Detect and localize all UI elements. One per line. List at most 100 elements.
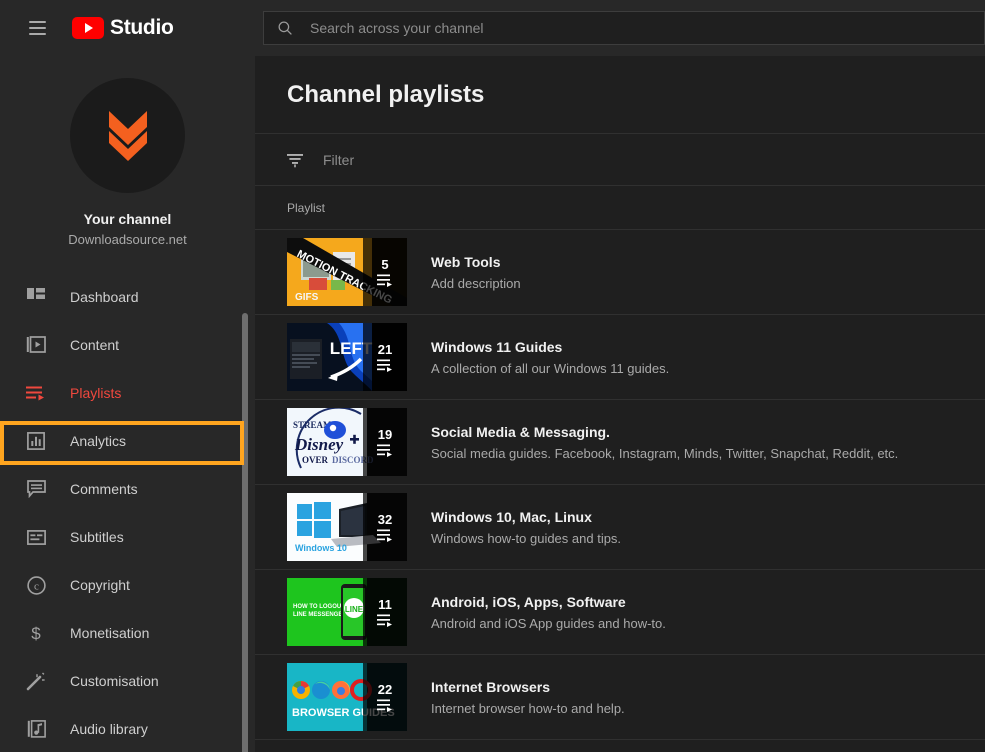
youtube-studio-window: Studio Your: [0, 0, 985, 752]
playlist-meta: Internet Browsers Internet browser how-t…: [431, 679, 625, 716]
svg-text:OVER: OVER: [302, 455, 329, 465]
playlist-meta: Android, iOS, Apps, Software Android and…: [431, 594, 666, 631]
content-video-icon: [24, 333, 48, 357]
playlist-count: 32: [377, 511, 393, 527]
playlist-thumbnail[interactable]: MOTION TRACKING GIFS 5: [287, 238, 407, 306]
playlist-count: 11: [378, 596, 392, 612]
sidebar-item-label: Monetisation: [70, 625, 150, 641]
table-row[interactable]: Windows 10 32 Windows 10, Mac, Linux Win…: [255, 485, 985, 570]
sidebar-item-customisation[interactable]: Customisation: [0, 657, 255, 705]
channel-block: Your channel Downloadsource.net: [0, 56, 255, 247]
column-header-row: Playlist: [255, 186, 985, 230]
hamburger-menu-icon[interactable]: [22, 13, 52, 43]
filter-funnel-icon: [287, 153, 303, 167]
sidebar-item-label: Subtitles: [70, 529, 124, 545]
playlist-badge-icon: [376, 614, 392, 627]
search-box[interactable]: [263, 11, 985, 45]
playlist-meta: Windows 11 Guides A collection of all ou…: [431, 339, 669, 376]
studio-brand[interactable]: Studio: [72, 16, 174, 40]
svg-text:LINE MESSENGER: LINE MESSENGER: [293, 612, 347, 618]
playlist-count-badge: 22: [363, 663, 407, 731]
sidebar-item-comments[interactable]: Comments: [0, 465, 255, 513]
sidebar-item-dashboard[interactable]: Dashboard: [0, 273, 255, 321]
sidebar-nav: Dashboard Content Playlists Analytics Co…: [0, 273, 255, 752]
playlist-description: A collection of all our Windows 11 guide…: [431, 360, 670, 376]
playlists-icon: [24, 381, 48, 405]
sidebar-item-label: Dashboard: [70, 289, 139, 305]
search-wrap: [255, 0, 985, 56]
sidebar-item-monetisation[interactable]: $ Monetisation: [0, 609, 255, 657]
page-title: Channel playlists: [287, 80, 485, 108]
svg-text:c: c: [34, 580, 39, 592]
sidebar-item-playlists[interactable]: Playlists: [0, 369, 255, 417]
sidebar-item-label: Content: [70, 337, 120, 353]
sidebar-item-analytics[interactable]: Analytics: [0, 417, 255, 465]
column-header-playlist: Playlist: [287, 200, 326, 215]
svg-text:LINE: LINE: [345, 605, 364, 614]
playlist-description: Windows how-to guides and tips.: [431, 530, 622, 546]
filter-bar[interactable]: [255, 134, 985, 186]
comments-icon: [24, 477, 48, 501]
analytics-bar-icon: [24, 429, 48, 453]
playlist-rows: MOTION TRACKING GIFS 5 Web Tools Add des…: [255, 230, 985, 752]
playlist-thumbnail[interactable]: HOW TO LOGOUT OF LINE MESSENGER LINE 11: [287, 578, 407, 646]
playlist-description: Android and iOS App guides and how-to.: [431, 615, 666, 631]
playlist-thumbnail[interactable]: BROWSER GUIDES 22: [287, 663, 407, 731]
playlist-count-badge: 19: [363, 408, 407, 476]
playlist-title: Windows 10, Mac, Linux: [431, 508, 592, 525]
channel-avatar-chevrons-icon: [108, 110, 147, 161]
playlist-title: Android, iOS, Apps, Software: [431, 593, 626, 610]
playlist-badge-icon: [376, 529, 392, 542]
search-input[interactable]: [310, 20, 972, 36]
playlist-title: Internet Browsers: [431, 678, 551, 695]
sidebar-item-subtitles[interactable]: Subtitles: [0, 513, 255, 561]
youtube-logo-icon: [72, 17, 104, 39]
brand-name: Studio: [110, 16, 174, 39]
sidebar-item-content[interactable]: Content: [0, 321, 255, 369]
magic-wand-icon: [24, 669, 48, 693]
main-content: Channel playlists Playlist: [255, 56, 985, 752]
subtitles-icon: [24, 525, 48, 549]
playlist-count-badge: 5: [363, 238, 407, 306]
svg-text:$: $: [31, 624, 41, 643]
table-row[interactable]: LEFT 21 Windows 11 Guides A collection o…: [255, 315, 985, 400]
table-row[interactable]: MOTION TRACKING GIFS 5 Web Tools Add des…: [255, 230, 985, 315]
dollar-icon: $: [24, 621, 48, 645]
playlist-badge-icon: [376, 699, 392, 712]
playlist-title: Social Media & Messaging.: [431, 423, 610, 440]
playlist-count-badge: 32: [363, 493, 407, 561]
channel-label: Your channel: [83, 211, 172, 227]
playlist-count: 21: [377, 341, 393, 357]
table-row[interactable]: HOW TO LOGOUT OF LINE MESSENGER LINE 11: [255, 570, 985, 655]
sidebar-scrollbar[interactable]: [242, 313, 248, 752]
audio-library-icon: [24, 717, 48, 741]
playlist-title: Windows 11 Guides: [431, 338, 563, 355]
channel-name: Downloadsource.net: [68, 232, 187, 247]
playlist-badge-icon: [376, 444, 392, 457]
sidebar-item-label: Analytics: [70, 433, 127, 449]
playlist-meta: Social Media & Messaging. Social media g…: [431, 424, 898, 461]
svg-text:GIFS: GIFS: [295, 292, 319, 303]
playlist-title: Web Tools: [431, 253, 501, 270]
sidebar-item-label: Playlists: [70, 385, 122, 401]
filter-input[interactable]: [323, 151, 813, 168]
sidebar: Your channel Downloadsource.net Dashboar…: [0, 56, 255, 752]
sidebar-item-label: Copyright: [70, 577, 130, 593]
playlist-meta: Windows 10, Mac, Linux Windows how-to gu…: [431, 509, 621, 546]
table-row[interactable]: BROWSER GUIDES 22 Internet Browsers Inte…: [255, 655, 985, 740]
table-row[interactable]: STREAM Disney OVER DISCORD 19 Social Med…: [255, 400, 985, 485]
playlist-count-badge: 21: [363, 323, 407, 391]
playlist-count: 22: [377, 681, 393, 697]
sidebar-item-copyright[interactable]: c Copyright: [0, 561, 255, 609]
playlist-thumbnail[interactable]: LEFT 21: [287, 323, 407, 391]
playlist-thumbnail[interactable]: STREAM Disney OVER DISCORD 19: [287, 408, 407, 476]
top-bar: Studio: [0, 0, 985, 56]
avatar[interactable]: [70, 78, 185, 193]
search-icon: [278, 21, 292, 35]
playlist-thumbnail[interactable]: Windows 10 32: [287, 493, 407, 561]
sidebar-scrollbar-thumb[interactable]: [242, 313, 248, 752]
copyright-icon: c: [24, 573, 48, 597]
playlist-count: 19: [377, 426, 393, 442]
sidebar-item-audio-library[interactable]: Audio library: [0, 705, 255, 752]
playlist-count: 5: [381, 256, 389, 272]
